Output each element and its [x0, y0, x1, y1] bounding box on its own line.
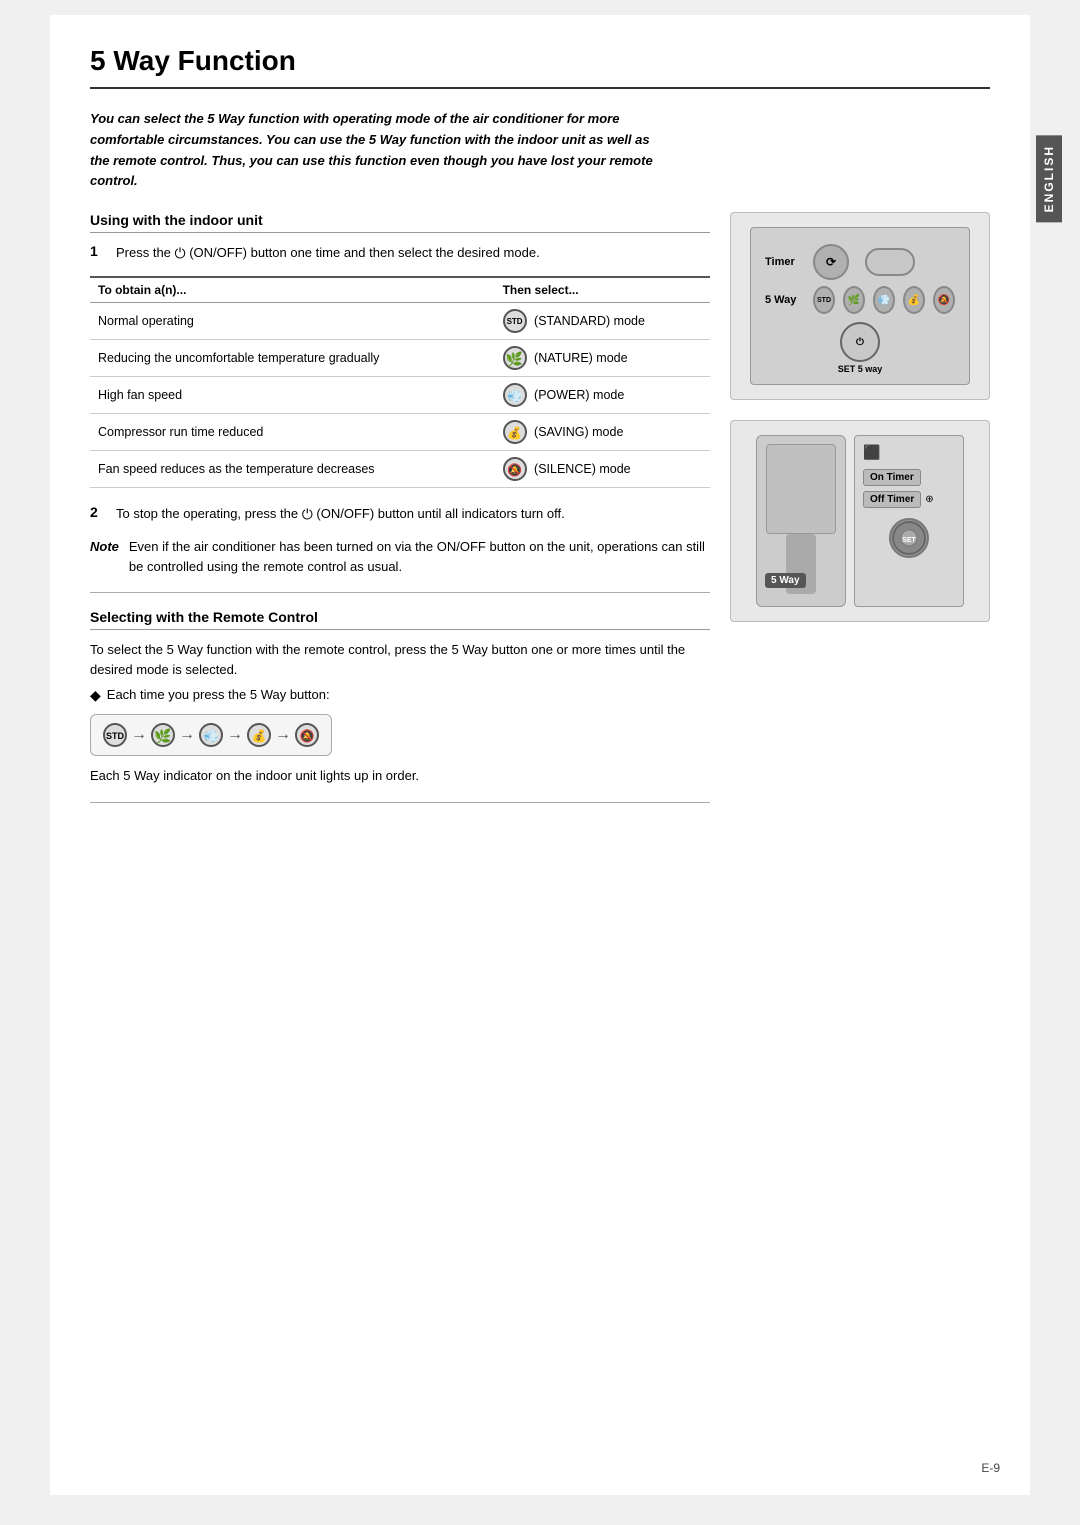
remote-top — [766, 444, 836, 534]
page-number: E-9 — [981, 1461, 1000, 1475]
right-diagrams: Timer ⟳ 5 Way STD 🌿 💨 💰 🔕 — [730, 212, 990, 819]
page-container: ENGLISH 5 Way Function You can select th… — [50, 15, 1030, 1495]
silence-icon: 🔕 — [503, 457, 527, 481]
table-cell-obtain: Normal operating — [90, 303, 495, 340]
section2-description: To select the 5 Way function with the re… — [90, 640, 710, 679]
note-label: Note — [90, 537, 119, 576]
mode-table: To obtain a(n)... Then select... Normal … — [90, 276, 710, 488]
table-cell-mode: 🌿 (NATURE) mode — [495, 340, 710, 377]
seq-silence-icon: 🔕 — [295, 723, 319, 747]
nature-icon: 🌿 — [503, 346, 527, 370]
table-row: Reducing the uncomfortable temperature g… — [90, 340, 710, 377]
timer-button: ⟳ — [813, 244, 849, 280]
step2: 2 To stop the operating, press the ⏻ (ON… — [90, 504, 710, 525]
diagram2-box: 5 Way ⬛ On Timer Off Timer ⊕ — [730, 420, 990, 622]
fiveway-btn-silence: 🔕 — [933, 286, 955, 314]
step1-text: Press the ⏻ (ON/OFF) button one time and… — [116, 243, 540, 264]
set-label: SET 5 way — [838, 364, 883, 374]
seq-saving-icon: 💰 — [247, 723, 271, 747]
table-cell-mode: 🔕 (SILENCE) mode — [495, 451, 710, 488]
table-row: Compressor run time reduced 💰 (SAVING) m… — [90, 414, 710, 451]
fiveway-btn-saving: 💰 — [903, 286, 925, 314]
fiveway-label: 5 Way — [765, 294, 805, 306]
divider1 — [90, 592, 710, 593]
power-mode-label: (POWER) mode — [531, 388, 625, 402]
arrow4: → — [275, 726, 291, 744]
standard-icon: STD — [503, 309, 527, 333]
plus-icon: ⊕ — [925, 494, 933, 505]
table-cell-mode: 💨 (POWER) mode — [495, 377, 710, 414]
arrow3: → — [227, 726, 243, 744]
remote-dial: SET — [889, 518, 929, 558]
remote-buttons: ⬛ On Timer Off Timer ⊕ SET — [854, 435, 964, 607]
table-row: Fan speed reduces as the temperature dec… — [90, 451, 710, 488]
step2-text: To stop the operating, press the ⏻ (ON/O… — [116, 504, 565, 525]
off-timer-button: Off Timer — [863, 491, 921, 508]
fiveway-btn-nature: 🌿 — [843, 286, 865, 314]
saving-icon: 💰 — [503, 420, 527, 444]
section2-heading: Selecting with the Remote Control — [90, 609, 710, 630]
table-cell-mode: 💰 (SAVING) mode — [495, 414, 710, 451]
diagram1-panel: Timer ⟳ 5 Way STD 🌿 💨 💰 🔕 — [750, 227, 970, 385]
table-col2-header: Then select... — [495, 277, 710, 303]
set-button-container: ⏻ SET 5 way — [765, 322, 955, 374]
section2-footer: Each 5 Way indicator on the indoor unit … — [90, 766, 710, 786]
intro-text: You can select the 5 Way function with o… — [90, 109, 670, 192]
table-col1-header: To obtain a(n)... — [90, 277, 495, 303]
arrow1: → — [131, 726, 147, 744]
table-cell-obtain: Reducing the uncomfortable temperature g… — [90, 340, 495, 377]
seq-nature-icon: 🌿 — [151, 723, 175, 747]
way-badge: 5 Way — [765, 573, 806, 588]
bullet-text: Each time you press the 5 Way button: — [107, 687, 330, 704]
table-cell-obtain: Compressor run time reduced — [90, 414, 495, 451]
main-layout: Using with the indoor unit 1 Press the ⏻… — [90, 212, 990, 819]
table-cell-obtain: High fan speed — [90, 377, 495, 414]
fiveway-btn-std: STD — [813, 286, 835, 314]
language-tab: ENGLISH — [1036, 135, 1062, 222]
diagram1-box: Timer ⟳ 5 Way STD 🌿 💨 💰 🔕 — [730, 212, 990, 400]
divider2 — [90, 802, 710, 803]
remote-small-icon: ⬛ — [863, 444, 880, 461]
arrow2: → — [179, 726, 195, 744]
remote-body: 5 Way — [756, 435, 846, 607]
oval-button — [865, 248, 915, 276]
step1-number: 1 — [90, 243, 108, 264]
set-power-button: ⏻ — [840, 322, 880, 362]
arrow-sequence: STD → 🌿 → 💨 → 💰 → 🔕 — [90, 714, 332, 756]
timer-label: Timer — [765, 256, 805, 268]
seq-std-icon: STD — [103, 723, 127, 747]
fiveway-row: 5 Way STD 🌿 💨 💰 🔕 — [765, 286, 955, 314]
onoff-icon2: ⏻ — [302, 506, 313, 522]
table-cell-mode: STD (STANDARD) mode — [495, 303, 710, 340]
nature-mode-label: (NATURE) mode — [531, 351, 628, 365]
bullet-symbol: ◆ — [90, 687, 101, 704]
bullet-line: ◆ Each time you press the 5 Way button: — [90, 687, 710, 704]
table-row: Normal operating STD (STANDARD) mode — [90, 303, 710, 340]
on-timer-row: On Timer — [863, 467, 955, 485]
fiveway-btn-power: 💨 — [873, 286, 895, 314]
page-title: 5 Way Function — [90, 45, 990, 89]
standard-mode-label: (STANDARD) mode — [531, 314, 645, 328]
silence-mode-label: (SILENCE) mode — [531, 462, 631, 476]
table-cell-obtain: Fan speed reduces as the temperature dec… — [90, 451, 495, 488]
power-icon: 💨 — [503, 383, 527, 407]
left-content: Using with the indoor unit 1 Press the ⏻… — [90, 212, 710, 819]
on-timer-button: On Timer — [863, 469, 921, 486]
seq-power-icon: 💨 — [199, 723, 223, 747]
note-text: Even if the air conditioner has been tur… — [129, 537, 710, 576]
off-timer-row: Off Timer ⊕ — [863, 491, 955, 508]
fiveway-badge-container: 5 Way — [765, 570, 806, 588]
onoff-icon1: ⏻ — [175, 245, 186, 261]
step2-number: 2 — [90, 504, 108, 525]
section1-heading: Using with the indoor unit — [90, 212, 710, 233]
table-row: High fan speed 💨 (POWER) mode — [90, 377, 710, 414]
saving-mode-label: (SAVING) mode — [531, 425, 624, 439]
step1: 1 Press the ⏻ (ON/OFF) button one time a… — [90, 243, 710, 264]
svg-text:SET: SET — [902, 537, 916, 544]
timer-row: Timer ⟳ — [765, 244, 955, 280]
icon-row-top: ⬛ — [863, 444, 955, 461]
note-block: Note Even if the air conditioner has bee… — [90, 537, 710, 576]
